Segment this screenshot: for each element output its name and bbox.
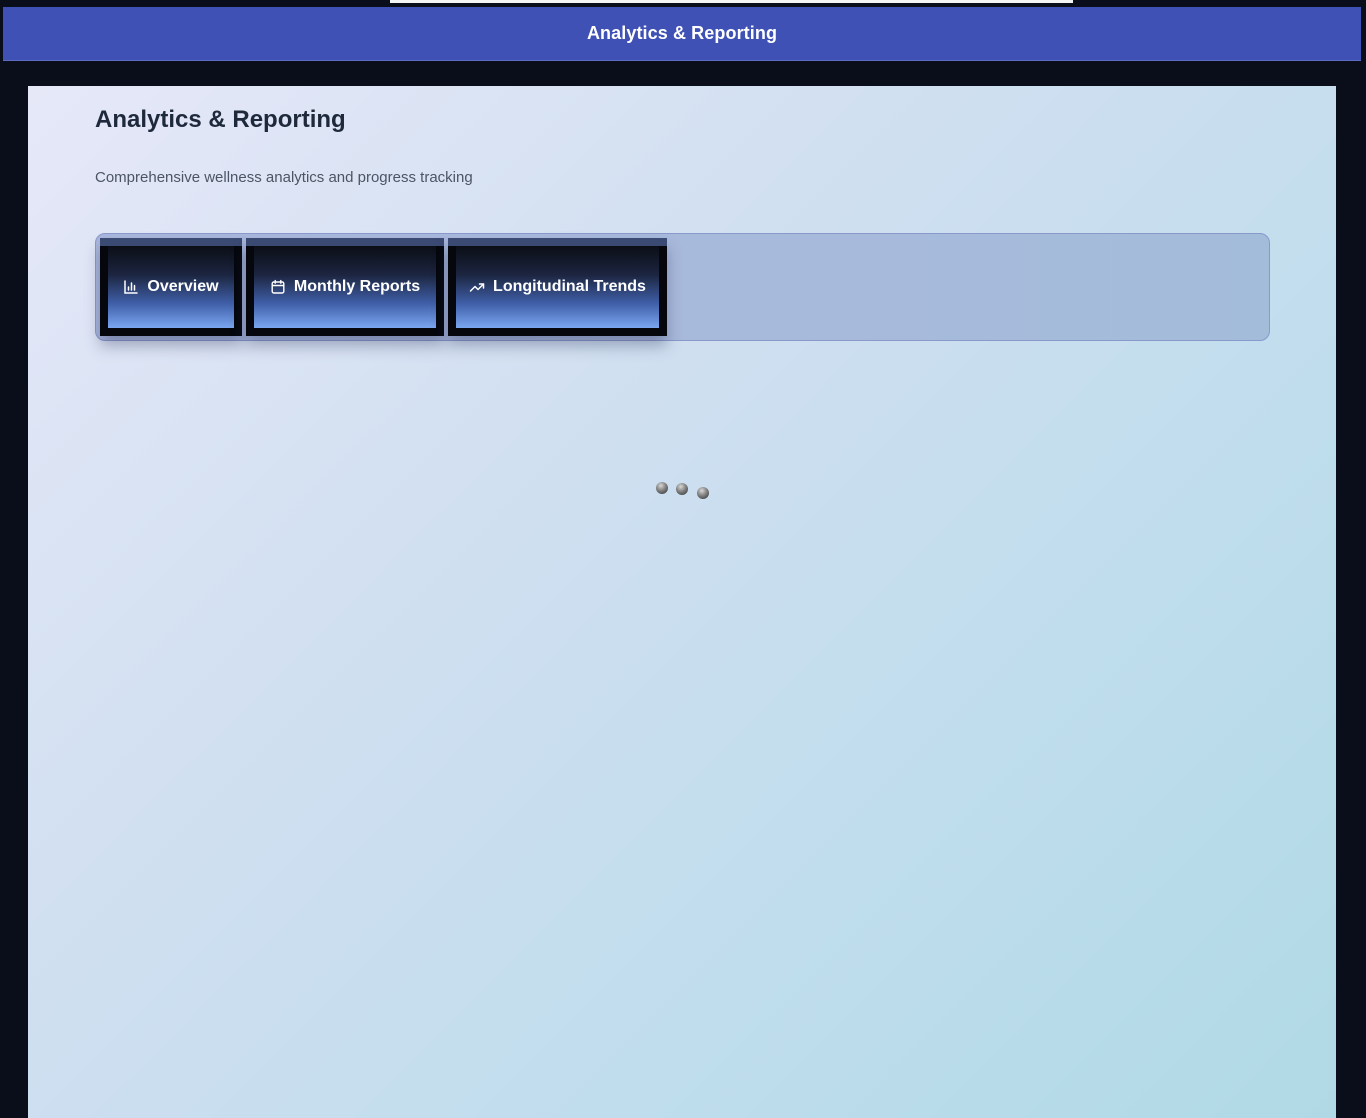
trending-up-icon xyxy=(469,283,485,292)
calendar-icon xyxy=(271,279,285,294)
tab-bar: Overview Monthly Reports Longitudinal Tr… xyxy=(95,233,1270,341)
tab-overview-label: Overview xyxy=(147,278,219,295)
loading-dot xyxy=(656,482,668,494)
tab-overview[interactable]: Overview xyxy=(100,238,242,336)
tab-monthly-reports-label: Monthly Reports xyxy=(293,278,421,295)
tab-cap xyxy=(100,238,242,246)
page-subtitle: Comprehensive wellness analytics and pro… xyxy=(95,169,473,186)
app-header: Analytics & Reporting xyxy=(3,7,1361,61)
tab-monthly-reports[interactable]: Monthly Reports xyxy=(246,238,444,336)
window-top-edge xyxy=(0,0,1366,3)
bar-chart-icon xyxy=(124,280,139,294)
loading-indicator xyxy=(654,481,714,501)
app-header-title: Analytics & Reporting xyxy=(586,23,778,43)
tab-longitudinal-trends[interactable]: Longitudinal Trends xyxy=(448,238,667,336)
loading-dot xyxy=(697,487,709,499)
window-top-highlight xyxy=(390,0,1073,3)
main-content: Analytics & Reporting Comprehensive well… xyxy=(28,86,1336,1118)
tab-longitudinal-trends-face[interactable]: Longitudinal Trends xyxy=(456,246,659,328)
tab-overview-face[interactable]: Overview xyxy=(108,246,234,328)
tab-cap xyxy=(246,238,444,246)
tab-monthly-reports-face[interactable]: Monthly Reports xyxy=(254,246,436,328)
page-title: Analytics & Reporting xyxy=(95,106,346,133)
tab-cap xyxy=(448,238,667,246)
tab-longitudinal-trends-label: Longitudinal Trends xyxy=(493,278,646,295)
loading-dot xyxy=(676,483,688,495)
